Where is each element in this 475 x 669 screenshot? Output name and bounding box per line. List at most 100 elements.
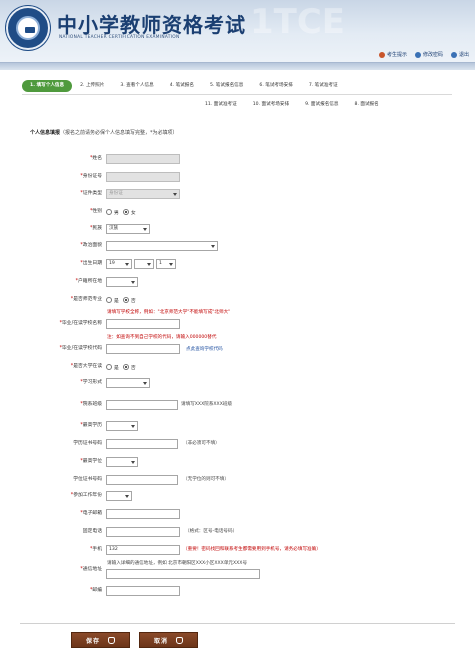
row-work-year: *参加工作年份 (0, 490, 475, 502)
school-code-lookup-link[interactable]: 点此查询学校代码 (186, 345, 223, 355)
top-links: 考生提示 修改密码 退出 (378, 51, 469, 58)
dept-input[interactable] (106, 400, 178, 410)
address-input[interactable] (106, 569, 260, 579)
logout-link[interactable]: 退出 (450, 51, 469, 58)
step-10-interview-venue[interactable]: 10. 面试考场安排 (245, 99, 297, 111)
degree-select[interactable] (106, 457, 138, 467)
step-8-interview-signup[interactable]: 8. 面试报名 (347, 99, 387, 111)
hukou-select[interactable] (106, 277, 138, 287)
row-political: *政治面貌 (0, 240, 475, 252)
school-code-label: *毕业/在读学校代码 (59, 346, 102, 351)
id-number-field[interactable] (106, 172, 180, 182)
steps-divider (22, 94, 452, 95)
step-2-upload-photo[interactable]: 2. 上传照片 (72, 80, 112, 92)
is-student-yes-radio[interactable] (106, 364, 112, 370)
id-type-select[interactable]: 身份证 (106, 189, 180, 199)
row-birth: *出生日期 19 1 (0, 258, 475, 270)
mobile-label: *手机 (89, 547, 102, 552)
step-5-written-signup-info[interactable]: 5. 笔试报名信息 (202, 80, 251, 92)
email-input[interactable] (106, 509, 180, 519)
form-divider (20, 623, 455, 624)
cancel-button[interactable]: 取消 (139, 632, 198, 648)
political-label: *政治面貌 (80, 243, 102, 248)
ethnicity-label: *民族 (89, 226, 102, 231)
is-student-no-radio[interactable] (122, 364, 129, 370)
step-9-interview-signup-info[interactable]: 9. 面试报名信息 (297, 99, 346, 111)
email-label: *电子邮箱 (80, 511, 102, 516)
school-name-input[interactable] (106, 319, 180, 329)
dept-label: *院系班级 (80, 402, 102, 407)
step-row-2: 11. 面试准考证 10. 面试考场安排 9. 面试报名信息 8. 面试报名 (197, 99, 387, 111)
degree-label: *最高学位 (80, 459, 102, 464)
change-password-link[interactable]: 修改密码 (414, 51, 443, 58)
hand-pointer-icon (176, 636, 183, 644)
degree-cert-input[interactable] (106, 475, 178, 485)
save-button[interactable]: 保存 (71, 632, 130, 648)
name-field[interactable] (106, 154, 180, 164)
is-student-label: *是否大学在读 (70, 364, 102, 369)
step-3-view-info[interactable]: 3. 查看个人信息 (112, 80, 161, 92)
site-title: 中小学教师资格考试 (57, 13, 246, 37)
row-degree-cert: 学位证书号码 （无学位的则可不填） (0, 474, 475, 486)
postcode-input[interactable] (106, 586, 180, 596)
ethnicity-select[interactable]: 汉族 (106, 224, 150, 234)
is-normal-yes-radio[interactable] (106, 297, 112, 303)
edu-cert-label: 学历证书号码 (73, 441, 102, 446)
phone-hint: （格式：区号-电话号码） (185, 529, 238, 534)
school-name-hint: 请填写学校全称，例如："北京师范大学"不能填写成"北师大" (107, 310, 231, 315)
step-11-interview-ticket[interactable]: 11. 面试准考证 (197, 99, 245, 111)
birth-day-select[interactable]: 1 (156, 259, 176, 269)
political-select[interactable] (106, 241, 218, 251)
mobile-input[interactable]: 132 (106, 545, 180, 555)
name-label: *姓名 (89, 156, 102, 161)
birth-year-select[interactable]: 19 (106, 259, 132, 269)
postcode-label: *邮编 (89, 588, 102, 593)
row-gender: *性别 男 女 (0, 206, 475, 218)
row-id-type: *证件类型 身份证 (0, 188, 475, 200)
row-email: *电子邮箱 (0, 508, 475, 520)
row-hukou: *户籍所在地 (0, 276, 475, 288)
row-is-student: *是否大学在读 是 否 (0, 361, 475, 373)
phone-label: 固定电话 (82, 529, 102, 534)
key-icon (414, 51, 421, 58)
header-divider (0, 62, 475, 70)
edu-select[interactable] (106, 421, 138, 431)
header-watermark: 1TCE (250, 2, 346, 42)
school-name-label: *毕业/在读学校名称 (59, 321, 102, 326)
row-postcode: *邮编 (0, 585, 475, 597)
hukou-label: *户籍所在地 (75, 279, 102, 284)
edu-cert-hint: （非必须可不填） (183, 441, 220, 446)
row-degree: *最高学位 (0, 456, 475, 468)
row-edu: *最高学历 (0, 420, 475, 432)
study-form-select[interactable] (106, 378, 150, 388)
gender-male-radio[interactable] (106, 209, 112, 215)
dept-hint: 请填写XXX院系XXX班级 (181, 402, 233, 407)
degree-cert-hint: （无学位的则可不填） (183, 477, 229, 482)
step-1-personal-info[interactable]: 1. 填写个人信息 (22, 80, 73, 92)
birth-month-select[interactable] (134, 259, 154, 269)
site-header: 中小学教师资格考试 NATIONAL TEACHER CERTIFICATION… (0, 0, 475, 62)
id-number-label: *身份证号 (80, 174, 102, 179)
row-edu-cert: 学历证书号码 （非必须可不填） (0, 438, 475, 450)
phone-input[interactable] (106, 527, 180, 537)
hand-pointer-icon (108, 636, 115, 644)
step-row-1: 1. 填写个人信息 2. 上传照片 3. 查看个人信息 4. 笔试报名 5. 笔… (22, 80, 346, 92)
row-address: 请输入详细的通信地址，例如 北京市朝阳区XXX小区XXX单元XXX号 *通信地址 (0, 560, 475, 584)
logout-icon (450, 51, 457, 58)
row-school-code: 注：如查询不到自己学校的代码，请输入000000替代 *毕业/在读学校代码 点此… (0, 335, 475, 354)
degree-cert-label: 学位证书号码 (73, 477, 102, 482)
gender-female-radio[interactable] (122, 209, 129, 215)
row-id-number: *身份证号 (0, 171, 475, 183)
info-icon (378, 51, 385, 58)
row-name: *姓名 (0, 153, 475, 165)
step-6-written-venue[interactable]: 6. 笔试考场安排 (251, 80, 300, 92)
school-code-input[interactable] (106, 344, 180, 354)
is-normal-no-radio[interactable] (122, 297, 129, 303)
tips-link[interactable]: 考生提示 (378, 51, 407, 58)
edu-cert-input[interactable] (106, 439, 178, 449)
step-4-written-signup[interactable]: 4. 笔试报名 (162, 80, 202, 92)
step-7-written-ticket[interactable]: 7. 笔试准考证 (301, 80, 346, 92)
logo (6, 6, 50, 50)
address-hint: 请输入详细的通信地址，例如 北京市朝阳区XXX小区XXX单元XXX号 (107, 561, 248, 566)
work-year-select[interactable] (106, 491, 132, 501)
